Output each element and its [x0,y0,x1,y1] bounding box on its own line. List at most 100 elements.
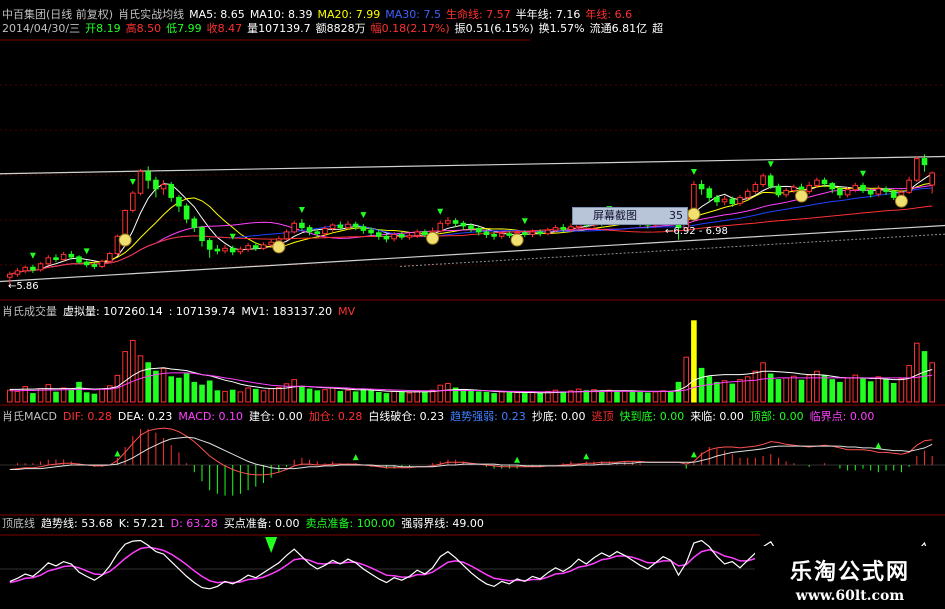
volume-bar [53,391,59,403]
volume-bar [337,390,344,403]
volume-bar [598,390,605,403]
candle-body [921,158,928,166]
volume-bar [529,391,536,403]
candle-body [291,222,297,233]
volume-bar [345,389,351,403]
volume-bar [199,384,205,403]
candle-body [222,247,228,252]
candle-body [406,234,413,238]
volume-bar [614,391,620,403]
volume-bar [191,381,198,403]
candle-body [7,273,13,278]
volume-bar [691,320,697,403]
down-arrow-icon [83,248,90,255]
candle-body [775,185,782,196]
candle-body [176,196,182,207]
candle-body [383,235,390,240]
volume-bar [322,389,328,403]
volume-bar [498,391,505,403]
down-arrow-icon [767,161,774,168]
candle-body [890,190,897,198]
volume-bar [483,392,490,403]
volume-bar [68,389,75,403]
volume-bar [721,380,728,403]
volume-bar [245,387,251,403]
volume-bar [376,392,382,403]
candle-body [14,270,21,275]
volume-bar [606,389,613,403]
candle-body [744,190,751,198]
volume-bar [729,383,736,403]
smiley-icon [118,233,132,247]
candle-body [253,245,259,249]
volume-bar [560,391,567,403]
volume-bar [222,390,228,403]
volume-bar [306,388,313,403]
volume-bar [214,390,221,403]
volume-bar [837,381,843,403]
volume-bar [399,391,405,403]
candle-body [45,257,52,265]
candle-body [752,184,759,192]
volume-bar [575,388,582,403]
volume-bar [83,392,90,403]
volume-bar [352,391,359,403]
volume-bar [422,391,428,403]
candle-body [337,224,344,229]
candle-body [283,231,290,240]
smiley-icon [794,189,808,203]
candle-body [691,184,697,211]
volume-bar [852,374,859,403]
volume-bar [568,390,574,403]
candle-body [237,248,244,253]
tooltip-label: 屏幕截图 [593,209,637,222]
candle-body [568,226,574,230]
volume-bar [253,388,259,403]
candle-body [329,224,336,229]
macd-up-arrow-icon [690,451,697,458]
volume-bar [645,392,651,403]
candle-body [460,222,467,227]
down-arrow-icon [437,208,444,215]
low-price-tag: ←5.86 [8,281,39,292]
candle-body [445,220,451,224]
volume-bar [99,388,105,403]
volume-bar [583,390,590,403]
candle-body [714,196,720,203]
candle-body [475,228,482,233]
candle-body [352,223,359,228]
volume-bar [890,383,897,403]
volume-bar [637,392,643,403]
volume-bar [45,384,52,403]
candle-body [814,179,820,186]
volume-bar [652,391,659,403]
candle-body [183,205,190,220]
volume-bar [798,379,805,403]
candle-body [68,253,75,258]
volume-bar [383,393,390,403]
candle-body [844,189,851,196]
volume-bar [299,386,305,403]
volume-bar [7,389,13,403]
down-arrow-icon [298,207,305,213]
candle-body [76,256,82,263]
candle-body [791,186,797,192]
candle-body [821,179,828,185]
volume-bar [329,387,336,403]
candle-body [721,198,728,203]
macd-up-arrow-icon [352,454,359,461]
volume-bar [168,376,174,403]
watermark-site-url: www.60lt.com [795,588,905,604]
candle-body [153,179,159,190]
volume-bar [445,383,451,403]
volume-bar [491,393,497,403]
volume-bar [76,381,82,403]
down-arrow-icon [129,178,136,185]
candle-body [875,188,882,195]
volume-bar [814,370,820,403]
volume-bar [760,362,766,403]
candle-body [83,261,90,266]
stock-chart[interactable] [0,0,945,609]
volume-bar [875,376,882,403]
candle-body [99,260,105,267]
